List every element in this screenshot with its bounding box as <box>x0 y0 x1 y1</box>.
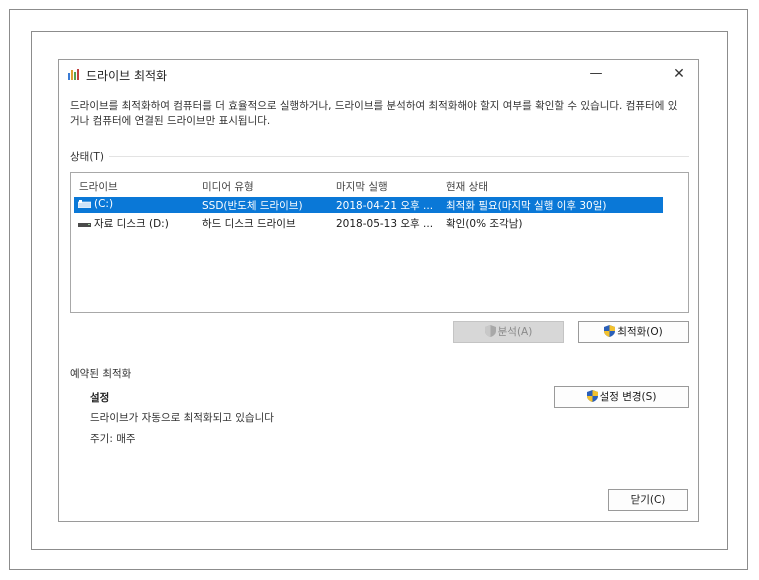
optimize-button[interactable]: 최적화(O) <box>578 321 689 343</box>
status-section-label: 상태(T) <box>70 151 104 163</box>
drive-optimizer-app-icon <box>68 69 79 80</box>
hdd-drive-icon <box>78 223 91 227</box>
close-window-button[interactable]: ✕ <box>664 62 694 86</box>
scheduled-settings-title: 설정 <box>90 392 110 404</box>
drive-list[interactable]: 드라이브 미디어 유형 마지막 실행 현재 상태 (C:) SSD(반도체 드라… <box>70 172 689 313</box>
scheduled-description: 드라이브가 자동으로 최적화되고 있습니다 <box>90 412 274 424</box>
analyze-button[interactable]: 분석(A) <box>453 321 564 343</box>
change-settings-button[interactable]: 설정 변경(S) <box>554 386 689 408</box>
optimize-label: 최적화(O) <box>617 326 663 338</box>
column-header-last-run[interactable]: 마지막 실행 <box>336 179 388 194</box>
scheduled-optimization-label: 예약된 최적화 <box>70 368 132 380</box>
column-header-media-type[interactable]: 미디어 유형 <box>202 179 254 194</box>
drive-name: 자료 디스크 (D:) <box>94 218 169 230</box>
change-settings-label: 설정 변경(S) <box>599 391 657 403</box>
current-status: 확인(0% 조각남) <box>446 218 523 230</box>
last-run: 2018-05-13 오후 ... <box>336 218 434 230</box>
column-header-current-status[interactable]: 현재 상태 <box>446 179 488 194</box>
drive-optimizer-window: 드라이브 최적화 — ✕ 드라이브를 최적화하여 컴퓨터를 더 효율적으로 실행… <box>58 59 699 522</box>
minimize-button[interactable]: — <box>581 62 611 86</box>
media-type: SSD(반도체 드라이브) <box>202 200 303 212</box>
shield-icon <box>484 325 496 337</box>
column-header-drive[interactable]: 드라이브 <box>79 179 118 194</box>
section-divider <box>109 156 689 157</box>
shield-icon <box>604 325 616 337</box>
last-run: 2018-04-21 오후 ... <box>336 200 434 212</box>
ssd-drive-icon <box>78 200 91 208</box>
description-text: 드라이브를 최적화하여 컴퓨터를 더 효율적으로 실행하거나, 드라이브를 분석… <box>70 100 678 127</box>
drive-name: (C:) <box>94 198 114 210</box>
close-button[interactable]: 닫기(C) <box>608 489 688 511</box>
drive-row-d[interactable]: 자료 디스크 (D:) 하드 디스크 드라이브 2018-05-13 오후 ..… <box>74 215 663 231</box>
scheduled-frequency: 주기: 매주 <box>90 433 136 445</box>
window-title: 드라이브 최적화 <box>86 69 168 83</box>
shield-icon <box>586 390 598 402</box>
analyze-label: 분석(A) <box>497 326 533 338</box>
current-status: 최적화 필요(마지막 실행 이후 30일) <box>446 200 607 212</box>
drive-row-c[interactable]: (C:) SSD(반도체 드라이브) 2018-04-21 오후 ... 최적화… <box>74 197 663 213</box>
media-type: 하드 디스크 드라이브 <box>202 218 296 230</box>
